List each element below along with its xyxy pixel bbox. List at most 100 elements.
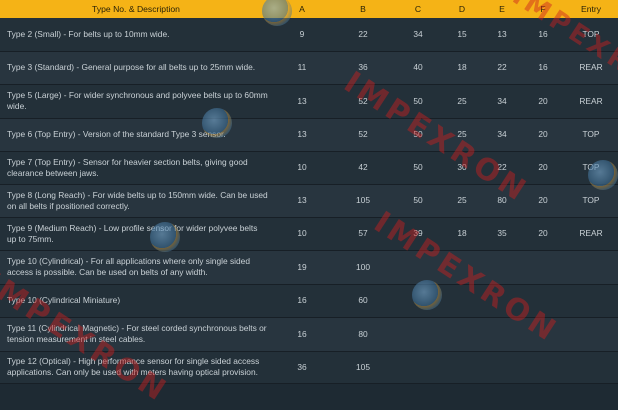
cell-a: 13 bbox=[272, 184, 332, 218]
table-row: Type 12 (Optical) - High performance sen… bbox=[0, 351, 618, 384]
cell-e bbox=[482, 250, 522, 285]
cell-d: 15 bbox=[442, 18, 482, 52]
cell-description: Type 12 (Optical) - High performance sen… bbox=[0, 351, 272, 384]
cell-f bbox=[522, 351, 564, 384]
cell-c: 50 bbox=[394, 184, 442, 218]
cell-f: 20 bbox=[522, 217, 564, 251]
table-row: Type 9 (Medium Reach) - Low profile sens… bbox=[0, 217, 618, 251]
cell-c: 40 bbox=[394, 51, 442, 85]
cell-entry bbox=[564, 250, 618, 285]
table-row: Type 5 (Large) - For wider synchronous a… bbox=[0, 84, 618, 119]
cell-a: 13 bbox=[272, 118, 332, 152]
cell-c bbox=[394, 250, 442, 285]
cell-a: 11 bbox=[272, 51, 332, 85]
cell-e: 22 bbox=[482, 51, 522, 85]
cell-a: 10 bbox=[272, 151, 332, 185]
table-header-row: Type No. & Description A B C D E F Entry bbox=[0, 0, 618, 18]
cell-entry: TOP bbox=[564, 118, 618, 152]
cell-entry: TOP bbox=[564, 151, 618, 185]
cell-entry bbox=[564, 317, 618, 352]
cell-entry: TOP bbox=[564, 184, 618, 218]
cell-b: 42 bbox=[332, 151, 394, 185]
cell-e bbox=[482, 284, 522, 318]
column-header-f: F bbox=[522, 0, 564, 18]
cell-description: Type 11 (Cylindrical Magnetic) - For ste… bbox=[0, 317, 272, 352]
cell-c: 39 bbox=[394, 217, 442, 251]
cell-description: Type 6 (Top Entry) - Version of the stan… bbox=[0, 118, 272, 152]
cell-d bbox=[442, 317, 482, 352]
cell-a: 36 bbox=[272, 351, 332, 384]
column-header-description: Type No. & Description bbox=[0, 0, 272, 18]
cell-a: 10 bbox=[272, 217, 332, 251]
table-row: Type 6 (Top Entry) - Version of the stan… bbox=[0, 118, 618, 152]
column-header-entry: Entry bbox=[564, 0, 618, 18]
cell-c: 50 bbox=[394, 84, 442, 119]
cell-entry: REAR bbox=[564, 84, 618, 119]
cell-b: 60 bbox=[332, 284, 394, 318]
cell-d bbox=[442, 351, 482, 384]
cell-f: 20 bbox=[522, 118, 564, 152]
cell-f bbox=[522, 284, 564, 318]
cell-d: 25 bbox=[442, 184, 482, 218]
cell-e: 22 bbox=[482, 151, 522, 185]
cell-b: 52 bbox=[332, 118, 394, 152]
cell-e: 34 bbox=[482, 84, 522, 119]
cell-b: 57 bbox=[332, 217, 394, 251]
cell-b: 100 bbox=[332, 250, 394, 285]
cell-f: 20 bbox=[522, 184, 564, 218]
cell-b: 52 bbox=[332, 84, 394, 119]
cell-entry: REAR bbox=[564, 217, 618, 251]
column-header-e: E bbox=[482, 0, 522, 18]
table-row: Type 3 (Standard) - General purpose for … bbox=[0, 51, 618, 85]
table-row: Type 11 (Cylindrical Magnetic) - For ste… bbox=[0, 317, 618, 352]
cell-b: 22 bbox=[332, 18, 394, 52]
cell-f: 20 bbox=[522, 151, 564, 185]
cell-d: 18 bbox=[442, 51, 482, 85]
column-header-d: D bbox=[442, 0, 482, 18]
cell-d: 25 bbox=[442, 118, 482, 152]
cell-description: Type 5 (Large) - For wider synchronous a… bbox=[0, 84, 272, 119]
cell-d bbox=[442, 250, 482, 285]
cell-e: 34 bbox=[482, 118, 522, 152]
cell-c bbox=[394, 351, 442, 384]
cell-a: 16 bbox=[272, 317, 332, 352]
cell-a: 19 bbox=[272, 250, 332, 285]
cell-e: 80 bbox=[482, 184, 522, 218]
cell-f bbox=[522, 317, 564, 352]
cell-f: 16 bbox=[522, 18, 564, 52]
cell-description: Type 2 (Small) - For belts up to 10mm wi… bbox=[0, 18, 272, 52]
cell-d bbox=[442, 284, 482, 318]
cell-description: Type 3 (Standard) - General purpose for … bbox=[0, 51, 272, 85]
cell-c bbox=[394, 284, 442, 318]
column-header-b: B bbox=[332, 0, 394, 18]
cell-b: 105 bbox=[332, 351, 394, 384]
cell-f: 20 bbox=[522, 84, 564, 119]
cell-c bbox=[394, 317, 442, 352]
cell-c: 50 bbox=[394, 118, 442, 152]
cell-description: Type 9 (Medium Reach) - Low profile sens… bbox=[0, 217, 272, 251]
cell-b: 36 bbox=[332, 51, 394, 85]
sensor-spec-table: Type No. & Description A B C D E F Entry Type 2… bbox=[0, 0, 618, 384]
cell-e: 13 bbox=[482, 18, 522, 52]
cell-f: 16 bbox=[522, 51, 564, 85]
table-row: Type 2 (Small) - For belts up to 10mm wi… bbox=[0, 18, 618, 52]
table-row: Type 7 (Top Entry) - Sensor for heavier … bbox=[0, 151, 618, 185]
table-row: Type 10 (Cylindrical Miniature) 16 60 bbox=[0, 284, 618, 318]
table-body: Type 2 (Small) - For belts up to 10mm wi… bbox=[0, 18, 618, 384]
cell-b: 80 bbox=[332, 317, 394, 352]
cell-e bbox=[482, 317, 522, 352]
cell-c: 50 bbox=[394, 151, 442, 185]
table-row: Type 10 (Cylindrical) - For all applicat… bbox=[0, 250, 618, 285]
cell-description: Type 10 (Cylindrical) - For all applicat… bbox=[0, 250, 272, 285]
cell-entry: TOP bbox=[564, 18, 618, 52]
cell-a: 16 bbox=[272, 284, 332, 318]
cell-d: 25 bbox=[442, 84, 482, 119]
cell-a: 13 bbox=[272, 84, 332, 119]
cell-description: Type 7 (Top Entry) - Sensor for heavier … bbox=[0, 151, 272, 185]
cell-description: Type 8 (Long Reach) - For wide belts up … bbox=[0, 184, 272, 218]
cell-description: Type 10 (Cylindrical Miniature) bbox=[0, 284, 272, 318]
cell-f bbox=[522, 250, 564, 285]
cell-d: 18 bbox=[442, 217, 482, 251]
cell-entry bbox=[564, 284, 618, 318]
cell-entry: REAR bbox=[564, 51, 618, 85]
